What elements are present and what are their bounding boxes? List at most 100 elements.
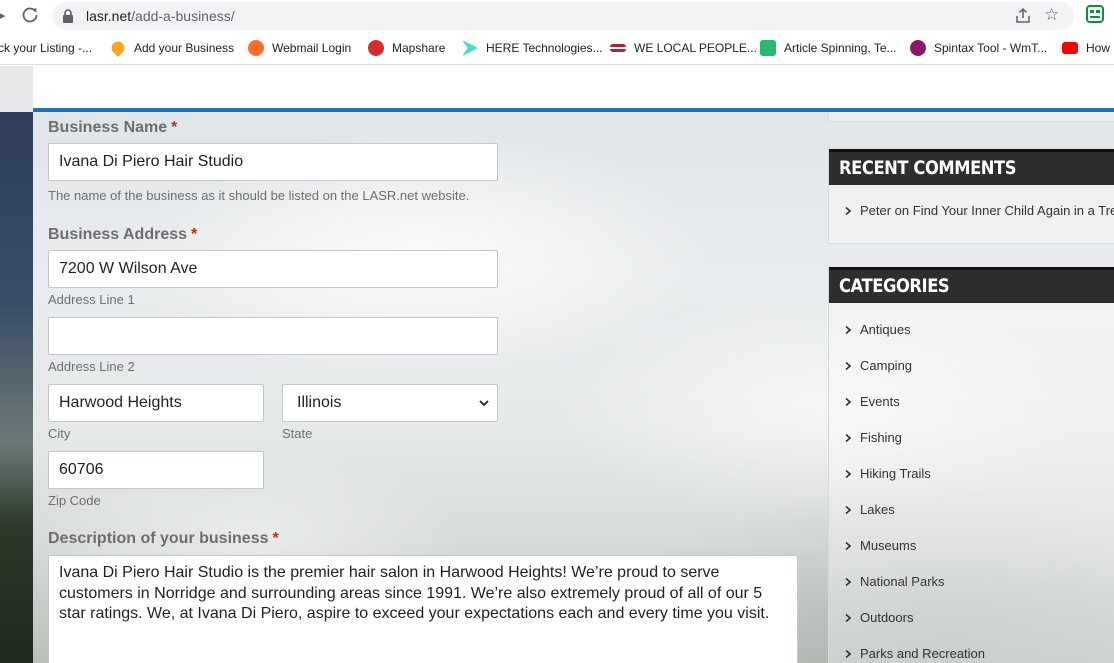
city-label: City <box>48 426 71 441</box>
category-museums[interactable]: Museums <box>845 538 916 553</box>
business-name-input[interactable]: Ivana Di Piero Hair Studio <box>48 143 498 181</box>
chevron-right-icon <box>845 469 851 478</box>
bookmark-label: ck your Listing -... <box>0 41 93 55</box>
left-margin <box>0 66 33 112</box>
bookmark-star-icon[interactable]: ☆ <box>1044 5 1059 25</box>
address-bar[interactable]: lasr.net/add-a-business/ ☆ <box>52 2 1074 30</box>
category-outdoors[interactable]: Outdoors <box>845 610 913 625</box>
bookmark-article-spinning[interactable]: Article Spinning, Te... <box>760 39 897 57</box>
categories-title: CATEGORIES <box>829 267 1114 303</box>
bookmark-we-local-people[interactable]: WE LOCAL PEOPLE... <box>610 39 757 57</box>
youtube-icon <box>1062 42 1078 54</box>
description-line: star ratings. We, at Ivana Di Piero, asp… <box>59 605 770 622</box>
recent-comment-text: Peter on Find Your Inner Child Again in … <box>860 203 1114 218</box>
bookmark-label: How <box>1086 41 1111 55</box>
bookmark-label: Article Spinning, Te... <box>784 41 897 55</box>
url-text: lasr.net/add-a-business/ <box>86 8 235 24</box>
category-label: Outdoors <box>860 610 914 625</box>
reload-icon[interactable] <box>20 5 40 25</box>
business-name-help: The name of the business as it should be… <box>48 188 470 203</box>
category-parks-and-recreation[interactable]: Parks and Recreation <box>845 646 985 661</box>
flag-icon <box>610 44 626 52</box>
state-label: State <box>282 426 313 441</box>
category-label: Museums <box>860 538 917 553</box>
address-line1-input[interactable]: 7200 W Wilson Ave <box>48 250 498 288</box>
spintax-icon <box>910 40 926 56</box>
location-pin-icon <box>108 38 128 58</box>
lock-icon[interactable] <box>62 9 74 23</box>
chevron-down-icon <box>479 400 489 407</box>
bookmark-webmail[interactable]: Webmail Login <box>248 39 351 57</box>
category-label: Events <box>860 394 900 409</box>
chevron-right-icon <box>845 325 851 334</box>
description-textarea[interactable]: Ivana Di Piero Hair Studio is the premie… <box>48 555 798 663</box>
chevron-right-icon <box>845 505 851 514</box>
categories-widget: CATEGORIES Antiques Camping Events Fishi… <box>828 267 1114 663</box>
previous-widget-bottom <box>828 112 1114 122</box>
address-line2-input[interactable] <box>48 317 498 355</box>
background-image-strip <box>0 112 33 663</box>
category-lakes[interactable]: Lakes <box>845 502 895 517</box>
recent-comment-item[interactable]: Peter on Find Your Inner Child Again in … <box>845 203 1114 218</box>
forward-arrow-icon[interactable]: ▶ <box>0 9 5 22</box>
recent-comments-widget: RECENT COMMENTS Peter on Find Your Inner… <box>828 149 1114 244</box>
category-label: National Parks <box>860 574 945 589</box>
address-line1-label: Address Line 1 <box>48 292 135 307</box>
cpanel-icon <box>248 40 264 56</box>
bookmark-label: Spintax Tool - WmT... <box>934 41 1048 55</box>
chevron-right-icon <box>845 613 851 622</box>
zip-code-label: Zip Code <box>48 493 101 508</box>
business-address-label: Business Address * <box>48 226 198 243</box>
here-icon <box>462 40 478 56</box>
category-label: Fishing <box>860 430 902 445</box>
category-label: Antiques <box>860 322 911 337</box>
required-mark: * <box>191 226 198 243</box>
category-fishing[interactable]: Fishing <box>845 430 902 445</box>
chevron-right-icon <box>845 206 851 215</box>
state-select[interactable]: Illinois <box>282 384 498 422</box>
bookmark-label: Mapshare <box>392 41 446 55</box>
bookmark-spintax[interactable]: Spintax Tool - WmT... <box>910 39 1047 57</box>
address-line2-label: Address Line 2 <box>48 359 135 374</box>
sidebar: RECENT COMMENTS Peter on Find Your Inner… <box>828 112 1114 663</box>
bookmark-mapshare[interactable]: Mapshare <box>368 39 445 57</box>
add-business-form: Business Name * Ivana Di Piero Hair Studi… <box>33 112 808 663</box>
category-label: Lakes <box>860 502 895 517</box>
required-mark: * <box>272 530 279 547</box>
category-events[interactable]: Events <box>845 394 900 409</box>
bookmark-label: HERE Technologies... <box>486 41 603 55</box>
bookmark-here[interactable]: HERE Technologies... <box>462 39 603 57</box>
city-input[interactable]: Harwood Heights <box>48 384 264 422</box>
browser-toolbar: ▶ lasr.net/add-a-business/ ☆ <box>0 0 1114 32</box>
article-spinning-icon <box>760 40 776 56</box>
category-label: Camping <box>860 358 913 373</box>
bookmark-label: Webmail Login <box>272 41 352 55</box>
chevron-right-icon <box>845 397 851 406</box>
zip-code-input[interactable]: 60706 <box>48 451 264 489</box>
category-antiques[interactable]: Antiques <box>845 322 911 337</box>
chevron-right-icon <box>845 541 851 550</box>
description-line: customers in Norridge and surrounding ar… <box>59 584 763 602</box>
category-hiking-trails[interactable]: Hiking Trails <box>845 466 931 481</box>
recent-comments-title: RECENT COMMENTS <box>829 149 1114 185</box>
chevron-right-icon <box>845 577 851 586</box>
bookmark-youtube-how[interactable]: How <box>1062 39 1110 57</box>
category-national-parks[interactable]: National Parks <box>845 574 945 589</box>
chevron-right-icon <box>845 433 851 442</box>
required-mark: * <box>171 119 178 136</box>
category-label: Parks and Recreation <box>860 646 986 661</box>
state-select-value: Illinois <box>297 394 342 411</box>
extension-icon[interactable] <box>1086 5 1104 23</box>
description-line: Ivana Di Piero Hair Studio is the premie… <box>59 564 720 581</box>
category-label: Hiking Trails <box>860 466 931 481</box>
bookmark-label: WE LOCAL PEOPLE... <box>634 41 757 55</box>
share-icon[interactable] <box>1014 7 1032 25</box>
mapshare-icon <box>368 40 384 56</box>
chevron-right-icon <box>845 649 851 658</box>
page-viewport: Business Name * Ivana Di Piero Hair Studi… <box>0 66 1114 663</box>
bookmark-check-listing[interactable]: ck your Listing -... <box>0 39 92 57</box>
site-header <box>33 66 1114 108</box>
bookmark-label: Add your Business <box>134 41 235 55</box>
bookmark-add-business[interactable]: Add your Business <box>108 38 235 58</box>
category-camping[interactable]: Camping <box>845 358 912 373</box>
